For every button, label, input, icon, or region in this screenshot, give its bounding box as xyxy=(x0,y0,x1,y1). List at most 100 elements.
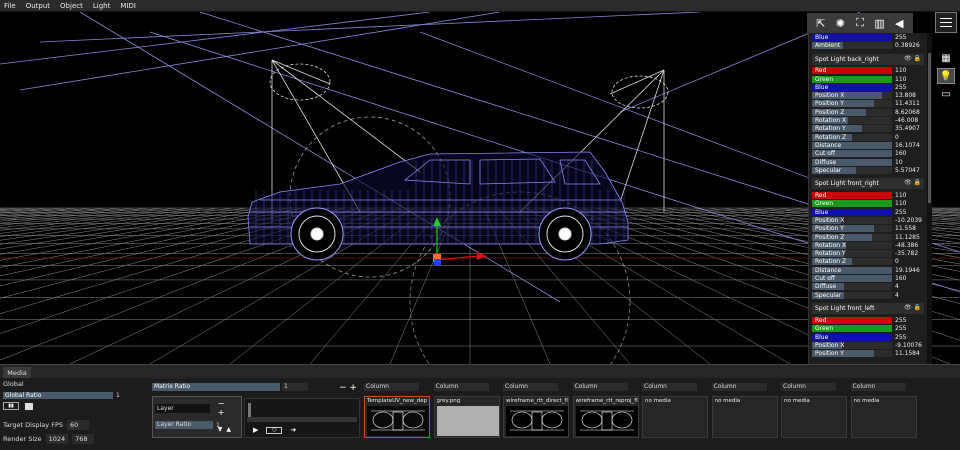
property-slider[interactable]: Rotation Z xyxy=(812,258,892,266)
global-ratio-slider[interactable]: Global Ratio xyxy=(3,392,113,399)
property-slider[interactable]: Red xyxy=(812,316,892,324)
media-clip[interactable]: no media xyxy=(850,396,917,438)
property-value[interactable]: 255 xyxy=(892,325,906,332)
property-slider[interactable]: Blue xyxy=(812,33,892,41)
property-value[interactable]: 5.57047 xyxy=(892,167,920,174)
property-slider[interactable]: Rotation Y xyxy=(812,250,892,258)
menu-light[interactable]: Light xyxy=(93,2,110,10)
hamburger-menu-button[interactable] xyxy=(935,12,957,33)
column-header[interactable]: Column xyxy=(850,383,906,391)
property-slider[interactable]: Cut off xyxy=(812,275,892,283)
property-slider[interactable]: Red xyxy=(812,192,892,200)
property-slider[interactable]: Specular xyxy=(812,166,892,174)
property-slider[interactable]: Blue xyxy=(812,333,892,341)
property-value[interactable]: 160 xyxy=(892,275,906,282)
property-value[interactable]: 255 xyxy=(892,34,906,41)
property-value[interactable]: 11.1584 xyxy=(892,350,920,357)
property-value[interactable]: 13.808 xyxy=(892,92,916,99)
property-slider[interactable]: Diffuse xyxy=(812,158,892,166)
property-value[interactable]: 255 xyxy=(892,334,906,341)
property-value[interactable]: -9.10076 xyxy=(892,342,922,349)
property-value[interactable]: 110 xyxy=(892,76,906,83)
layer-ratio-slider[interactable]: Layer Ratio xyxy=(155,421,213,429)
property-slider[interactable]: Position Y xyxy=(812,225,892,233)
property-slider[interactable]: Blue xyxy=(812,83,892,91)
pause-toggle[interactable]: ▮▮ xyxy=(3,402,19,410)
property-slider[interactable]: Blue xyxy=(812,208,892,216)
property-value[interactable]: 110 xyxy=(892,192,906,199)
property-value[interactable]: -35.782 xyxy=(892,250,918,257)
media-clip[interactable]: no media xyxy=(711,396,778,438)
property-value[interactable]: 11.558 xyxy=(892,225,916,232)
menu-midi[interactable]: MIDI xyxy=(120,2,136,10)
property-value[interactable]: 19.1946 xyxy=(892,267,920,274)
column-header[interactable]: Column xyxy=(503,383,558,391)
add-remove-column-buttons[interactable]: − + xyxy=(339,383,357,393)
column-header[interactable]: Column xyxy=(433,383,489,391)
column-header[interactable]: Column xyxy=(364,383,419,391)
layer-order-arrows[interactable]: ▼▲ xyxy=(218,426,235,433)
property-value[interactable]: 0.38926 xyxy=(892,42,920,49)
gear-circle-icon[interactable]: ✺ xyxy=(833,16,847,30)
media-clip[interactable]: wireframe_rtt_reproj_fl xyxy=(572,396,639,438)
media-clip[interactable]: no media xyxy=(781,396,847,438)
select-arrow-icon[interactable]: ⇱ xyxy=(814,16,828,30)
split-view-icon[interactable]: ▥ xyxy=(873,16,887,30)
property-value[interactable]: 4 xyxy=(892,292,899,299)
triangle-icon[interactable]: ◀ xyxy=(892,16,906,30)
property-slider[interactable]: Position X xyxy=(812,92,892,100)
property-slider[interactable]: Position X xyxy=(812,341,892,349)
lightbulb-icon[interactable]: 💡 xyxy=(937,68,955,84)
monitor-icon[interactable]: ▭ xyxy=(937,86,955,102)
transform-frame-icon[interactable]: ⛶ xyxy=(853,16,867,30)
global-ratio-value[interactable]: 1 xyxy=(116,392,120,399)
layer-add-remove-buttons[interactable]: −+ xyxy=(218,399,239,417)
property-value[interactable]: 110 xyxy=(892,67,906,74)
property-slider[interactable]: Position Y xyxy=(812,350,892,358)
property-value[interactable]: 0 xyxy=(892,134,899,141)
visibility-lock-icons[interactable]: 👁 🔒 xyxy=(904,179,921,186)
property-slider[interactable]: Green xyxy=(812,75,892,83)
property-value[interactable]: 16.1074 xyxy=(892,142,920,149)
column-header[interactable]: Column xyxy=(781,383,836,391)
media-clip[interactable]: TemplateUV_new_dep xyxy=(364,396,430,438)
property-value[interactable]: -48.386 xyxy=(892,242,918,249)
scrollbar-thumb[interactable] xyxy=(928,53,931,203)
menu-file[interactable]: File xyxy=(4,2,16,10)
property-slider[interactable]: Specular xyxy=(812,291,892,299)
properties-scrollbar[interactable] xyxy=(927,33,932,364)
spot-light-section-header[interactable]: Spot Light front_left 👁 🔒 xyxy=(812,303,924,315)
property-value[interactable]: 35.4907 xyxy=(892,125,920,132)
property-value[interactable]: 255 xyxy=(892,317,906,324)
spot-light-section-header[interactable]: Spot Light front_right 👁 🔒 xyxy=(812,178,924,190)
property-slider[interactable]: Distance xyxy=(812,141,892,149)
property-slider[interactable]: Red xyxy=(812,67,892,75)
stop-toggle[interactable] xyxy=(25,403,33,410)
column-header[interactable]: Column xyxy=(572,383,628,391)
media-clip[interactable]: grey.png xyxy=(433,396,500,438)
property-slider[interactable]: Green xyxy=(812,200,892,208)
property-slider[interactable]: Diffuse xyxy=(812,283,892,291)
property-slider[interactable]: Cut off xyxy=(812,150,892,158)
property-value[interactable]: 110 xyxy=(892,200,906,207)
property-value[interactable]: 8.62068 xyxy=(892,109,920,116)
property-slider[interactable]: Position Z xyxy=(812,233,892,241)
menu-object[interactable]: Object xyxy=(60,2,83,10)
property-slider[interactable]: Distance xyxy=(812,266,892,274)
layer-name-field[interactable]: Layer xyxy=(155,403,210,413)
property-value[interactable]: -46.008 xyxy=(892,117,918,124)
matrix-ratio-value[interactable]: 1 xyxy=(282,383,308,391)
render-height-field[interactable]: 768 xyxy=(72,434,95,444)
timeline-track[interactable] xyxy=(247,417,357,422)
media-clip[interactable]: wireframe_rtt_direct_fl xyxy=(503,396,569,438)
render-width-field[interactable]: 1024 xyxy=(45,434,69,444)
column-header[interactable]: Column xyxy=(642,383,697,391)
loop-icon[interactable]: ○ xyxy=(266,426,283,434)
property-value[interactable]: 160 xyxy=(892,150,906,157)
timeline-playhead[interactable] xyxy=(248,403,251,417)
matrix-ratio-slider[interactable]: Matrix Ratio xyxy=(152,383,280,391)
property-value[interactable]: 255 xyxy=(892,84,906,91)
media-clip[interactable]: no media xyxy=(642,396,708,438)
property-value[interactable]: 10 xyxy=(892,159,903,166)
property-value[interactable]: 11.4311 xyxy=(892,100,920,107)
